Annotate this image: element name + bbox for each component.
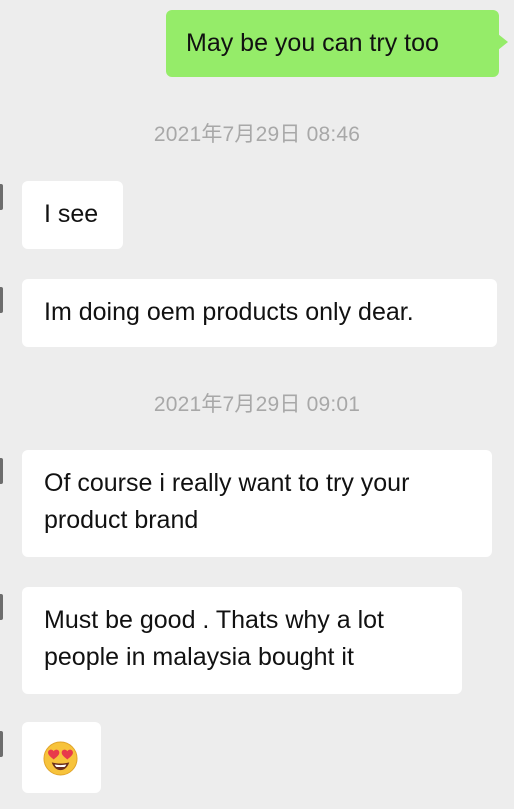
avatar-edge[interactable] bbox=[0, 287, 3, 313]
incoming-message-bubble[interactable]: Of course i really want to try your prod… bbox=[22, 450, 492, 557]
message-text: Must be good . Thats why a lot people in… bbox=[44, 606, 385, 671]
incoming-message-bubble[interactable]: Must be good . Thats why a lot people in… bbox=[22, 587, 462, 694]
chat-message-list[interactable]: May be you can try too 2021年7月29日 08:46 … bbox=[0, 0, 514, 809]
message-text: Of course i really want to try your prod… bbox=[44, 469, 410, 534]
avatar-edge[interactable] bbox=[0, 458, 3, 484]
incoming-message-bubble[interactable]: I see bbox=[22, 181, 123, 249]
message-timestamp: 2021年7月29日 08:46 bbox=[153, 123, 361, 146]
avatar-edge[interactable] bbox=[0, 594, 3, 620]
message-timestamp: 2021年7月29日 09:01 bbox=[153, 393, 361, 416]
message-text: May be you can try too bbox=[186, 29, 439, 57]
avatar-edge[interactable] bbox=[0, 731, 3, 757]
incoming-message-bubble[interactable]: Im doing oem products only dear. bbox=[22, 279, 497, 347]
message-text: Im doing oem products only dear. bbox=[44, 298, 414, 326]
message-text: I see bbox=[44, 200, 99, 228]
outgoing-message-bubble[interactable]: May be you can try too bbox=[166, 10, 508, 77]
avatar-edge[interactable] bbox=[0, 184, 3, 210]
heart-eyes-emoji-icon bbox=[43, 741, 78, 776]
